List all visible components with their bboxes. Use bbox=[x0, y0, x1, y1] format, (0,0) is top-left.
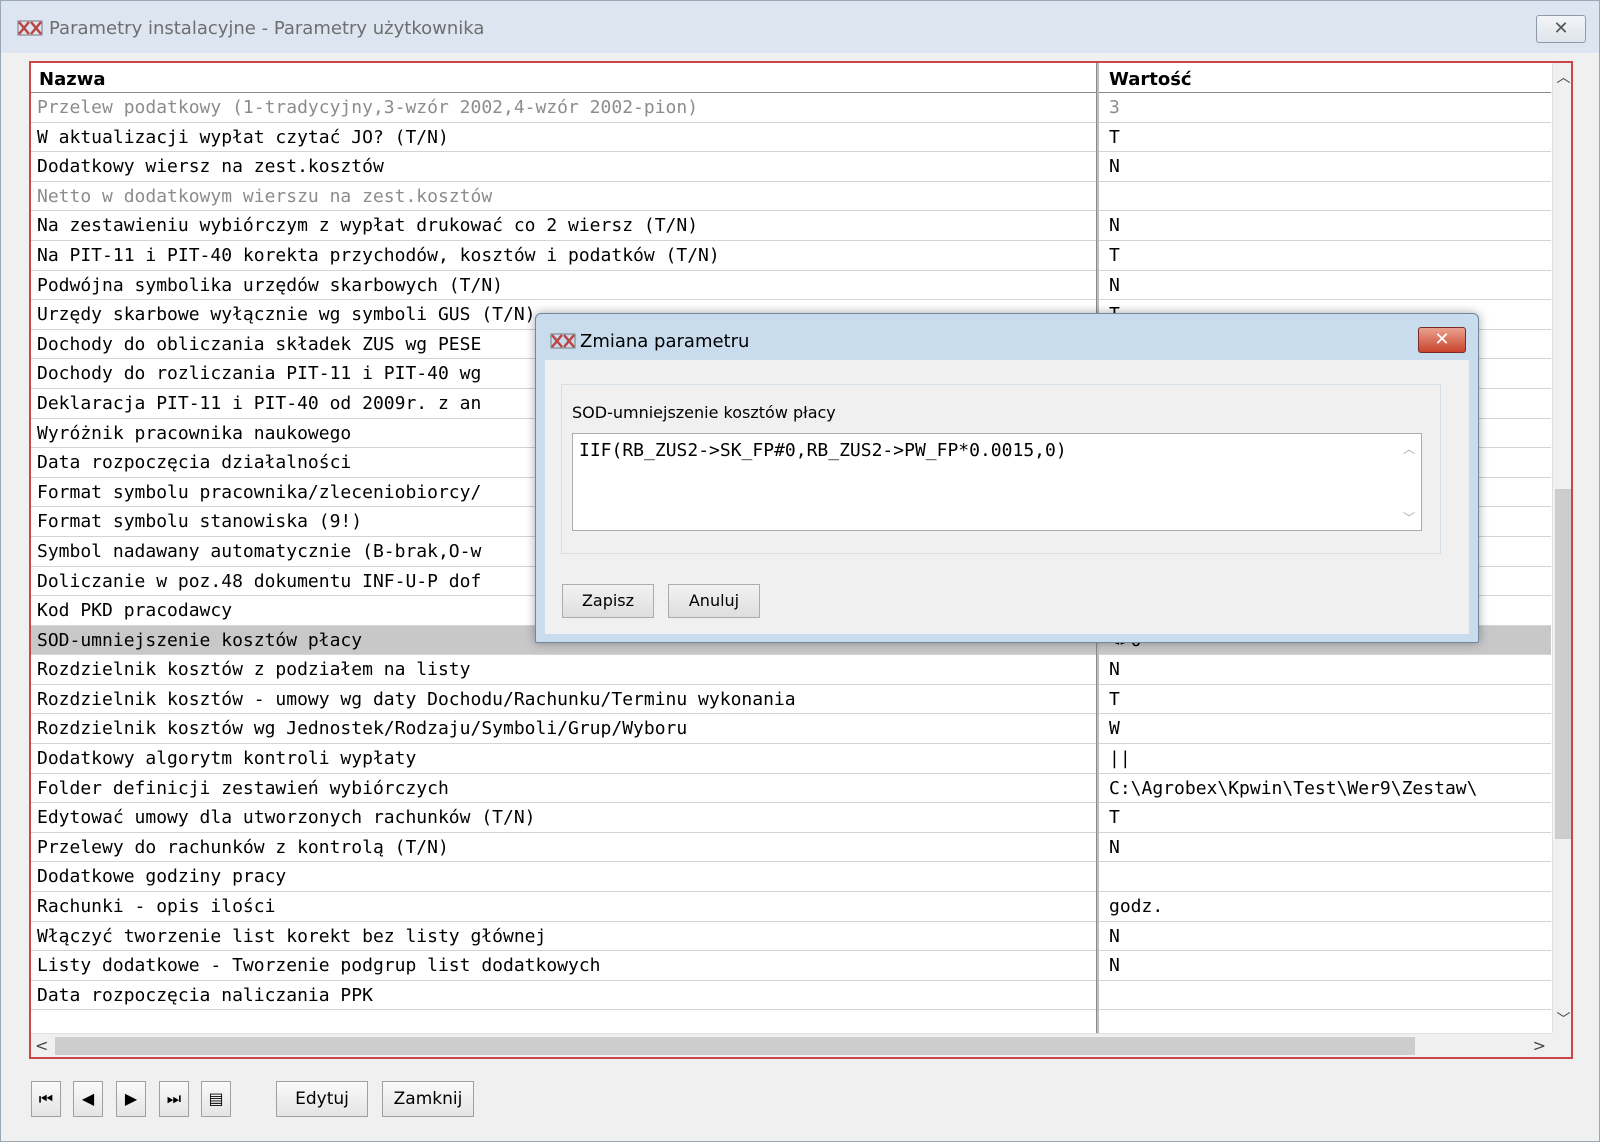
cell-value[interactable]: C:\Agrobex\Kpwin\Test\Wer9\Zestaw\ bbox=[1109, 778, 1549, 799]
table-row[interactable]: W aktualizacji wypłat czytać JO? (T/N) T bbox=[31, 123, 1551, 153]
table-row[interactable]: Włączyć tworzenie list korekt bez listy … bbox=[31, 922, 1551, 952]
parameter-value-input[interactable]: IIF(RB_ZUS2->SK_FP#0,RB_ZUS2->PW_FP*0.00… bbox=[572, 433, 1422, 531]
table-row[interactable]: Data rozpoczęcia naliczania PPK bbox=[31, 981, 1551, 1011]
cell-name[interactable]: Folder definicji zestawień wybiórczych bbox=[37, 778, 1087, 799]
cell-name[interactable]: Rozdzielnik kosztów wg Jednostek/Rodzaju… bbox=[37, 718, 1087, 739]
cell-name[interactable]: Przelewy do rachunków z kontrolą (T/N) bbox=[37, 837, 1087, 858]
cell-value[interactable]: N bbox=[1109, 837, 1549, 858]
cell-name[interactable]: Netto w dodatkowym wierszu na zest.koszt… bbox=[37, 186, 1087, 207]
parameter-groupbox: SOD-umniejszenie kosztów płacy IIF(RB_ZU… bbox=[561, 384, 1441, 554]
vertical-scrollbar[interactable]: ︿ ﹀ bbox=[1552, 63, 1571, 1033]
cell-name[interactable]: Przelew podatkowy (1-tradycyjny,3-wzór 2… bbox=[37, 97, 1087, 118]
chevron-up-icon[interactable]: ︿ bbox=[1403, 440, 1415, 457]
document-icon: ▤ bbox=[208, 1089, 224, 1108]
next-record-button[interactable]: ▶ bbox=[116, 1081, 146, 1117]
column-header-value[interactable]: Wartość bbox=[1109, 69, 1192, 90]
horizontal-scroll-thumb[interactable] bbox=[55, 1037, 1415, 1055]
column-header-name[interactable]: Nazwa bbox=[39, 69, 105, 90]
cell-name[interactable]: Data rozpoczęcia naliczania PPK bbox=[37, 985, 1087, 1006]
cell-value[interactable]: || bbox=[1109, 748, 1549, 769]
dialog-close-button[interactable]: ✕ bbox=[1418, 327, 1466, 353]
table-row[interactable]: Rozdzielnik kosztów wg Jednostek/Rodzaju… bbox=[31, 714, 1551, 745]
cell-value[interactable]: T bbox=[1109, 245, 1549, 266]
cell-name[interactable]: Rachunki - opis ilości bbox=[37, 896, 1087, 917]
table-row[interactable]: Edytować umowy dla utworzonych rachunków… bbox=[31, 803, 1551, 833]
scrollbar-corner bbox=[1552, 1033, 1571, 1057]
table-row[interactable]: Netto w dodatkowym wierszu na zest.koszt… bbox=[31, 182, 1551, 212]
document-button[interactable]: ▤ bbox=[201, 1081, 231, 1117]
parameter-value-text[interactable]: IIF(RB_ZUS2->SK_FP#0,RB_ZUS2->PW_FP*0.00… bbox=[579, 440, 1067, 461]
table-row[interactable]: Przelew podatkowy (1-tradycyjny,3-wzór 2… bbox=[31, 93, 1551, 123]
cell-value[interactable]: 3 bbox=[1109, 97, 1549, 118]
cell-value[interactable]: N bbox=[1109, 275, 1549, 296]
cell-name[interactable]: Dodatkowy wiersz na zest.kosztów bbox=[37, 156, 1087, 177]
dialog-body: SOD-umniejszenie kosztów płacy IIF(RB_ZU… bbox=[545, 360, 1469, 634]
dialog-app-icon bbox=[550, 333, 576, 349]
cell-value[interactable]: N bbox=[1109, 659, 1549, 680]
chevron-down-icon[interactable]: ﹀ bbox=[1553, 1009, 1571, 1029]
table-row[interactable]: Listy dodatkowe - Tworzenie podgrup list… bbox=[31, 951, 1551, 981]
cell-value[interactable]: W bbox=[1109, 718, 1549, 739]
cell-name[interactable]: Edytować umowy dla utworzonych rachunków… bbox=[37, 807, 1087, 828]
cell-value[interactable]: N bbox=[1109, 926, 1549, 947]
table-row[interactable]: Podwójna symbolika urzędów skarbowych (T… bbox=[31, 271, 1551, 301]
table-row[interactable]: Na PIT-11 i PIT-40 korekta przychodów, k… bbox=[31, 241, 1551, 271]
cell-value[interactable]: N bbox=[1109, 156, 1549, 177]
change-parameter-dialog: Zmiana parametru ✕ SOD-umniejszenie kosz… bbox=[535, 313, 1479, 643]
cell-name[interactable]: Rozdzielnik kosztów z podziałem na listy bbox=[37, 659, 1087, 680]
cell-name[interactable]: Włączyć tworzenie list korekt bez listy … bbox=[37, 926, 1087, 947]
cell-value[interactable]: N bbox=[1109, 955, 1549, 976]
chevron-up-icon[interactable]: ︿ bbox=[1553, 67, 1571, 87]
close-button[interactable]: Zamknij bbox=[382, 1081, 474, 1117]
cancel-button[interactable]: Anuluj bbox=[668, 584, 760, 618]
vertical-scroll-thumb[interactable] bbox=[1555, 489, 1571, 839]
cell-name[interactable]: Na PIT-11 i PIT-40 korekta przychodów, k… bbox=[37, 245, 1087, 266]
table-row[interactable]: Folder definicji zestawień wybiórczych C:… bbox=[31, 774, 1551, 804]
app-icon bbox=[17, 20, 43, 36]
edit-button[interactable]: Edytuj bbox=[276, 1081, 368, 1117]
cell-name[interactable]: Na zestawieniu wybiórczym z wypłat druko… bbox=[37, 215, 1087, 236]
close-icon: ✕ bbox=[1434, 329, 1450, 350]
cell-value[interactable]: T bbox=[1109, 127, 1549, 148]
chevron-right-icon[interactable]: > bbox=[1533, 1036, 1546, 1055]
skip-last-icon: ⏭ bbox=[166, 1089, 182, 1108]
cell-name[interactable]: Podwójna symbolika urzędów skarbowych (T… bbox=[37, 275, 1087, 296]
dialog-title: Zmiana parametru bbox=[580, 331, 750, 352]
table-row[interactable]: Rozdzielnik kosztów z podziałem na listy… bbox=[31, 655, 1551, 685]
cell-name[interactable]: W aktualizacji wypłat czytać JO? (T/N) bbox=[37, 127, 1087, 148]
table-row[interactable]: Rozdzielnik kosztów - umowy wg daty Doch… bbox=[31, 685, 1551, 715]
chevron-left-icon[interactable]: < bbox=[35, 1036, 48, 1055]
cell-value[interactable]: godz. bbox=[1109, 896, 1549, 917]
table-row[interactable]: Dodatkowy wiersz na zest.kosztów N bbox=[31, 152, 1551, 182]
table-row[interactable]: Dodatkowe godziny pracy bbox=[31, 862, 1551, 893]
cell-value[interactable]: T bbox=[1109, 807, 1549, 828]
cell-name[interactable]: Rozdzielnik kosztów - umowy wg daty Doch… bbox=[37, 689, 1087, 710]
parameter-label: SOD-umniejszenie kosztów płacy bbox=[572, 403, 836, 422]
horizontal-scrollbar[interactable]: < > bbox=[31, 1033, 1552, 1057]
triangle-left-icon: ◀ bbox=[81, 1089, 95, 1108]
table-row[interactable]: Dodatkowy algorytm kontroli wypłaty || bbox=[31, 744, 1551, 774]
close-icon: ✕ bbox=[1553, 18, 1569, 39]
triangle-right-icon: ▶ bbox=[124, 1089, 138, 1108]
last-record-button[interactable]: ⏭ bbox=[159, 1081, 189, 1117]
window-title: Parametry instalacyjne - Parametry użytk… bbox=[49, 18, 485, 39]
cell-name[interactable]: Listy dodatkowe - Tworzenie podgrup list… bbox=[37, 955, 1087, 976]
bottom-toolbar: ⏮ ◀ ▶ ⏭ ▤ Edytuj Zamknij bbox=[31, 1081, 1571, 1119]
window-titlebar: Parametry instalacyjne - Parametry użytk… bbox=[1, 1, 1599, 53]
chevron-down-icon[interactable]: ﹀ bbox=[1403, 509, 1415, 526]
table-row[interactable]: Na zestawieniu wybiórczym z wypłat druko… bbox=[31, 211, 1551, 241]
skip-first-icon: ⏮ bbox=[38, 1089, 54, 1108]
grid-header: Nazwa Wartość bbox=[31, 63, 1551, 93]
table-row[interactable]: Rachunki - opis ilości godz. bbox=[31, 892, 1551, 922]
previous-record-button[interactable]: ◀ bbox=[73, 1081, 103, 1117]
first-record-button[interactable]: ⏮ bbox=[31, 1081, 61, 1117]
dialog-titlebar: Zmiana parametru ✕ bbox=[536, 314, 1478, 360]
cell-value[interactable]: N bbox=[1109, 215, 1549, 236]
cell-value[interactable]: T bbox=[1109, 689, 1549, 710]
cell-name[interactable]: Dodatkowy algorytm kontroli wypłaty bbox=[37, 748, 1087, 769]
save-button[interactable]: Zapisz bbox=[562, 584, 654, 618]
window-close-button[interactable]: ✕ bbox=[1536, 15, 1586, 43]
table-row[interactable]: Przelewy do rachunków z kontrolą (T/N) N bbox=[31, 833, 1551, 863]
cell-name[interactable]: Dodatkowe godziny pracy bbox=[37, 866, 1087, 887]
